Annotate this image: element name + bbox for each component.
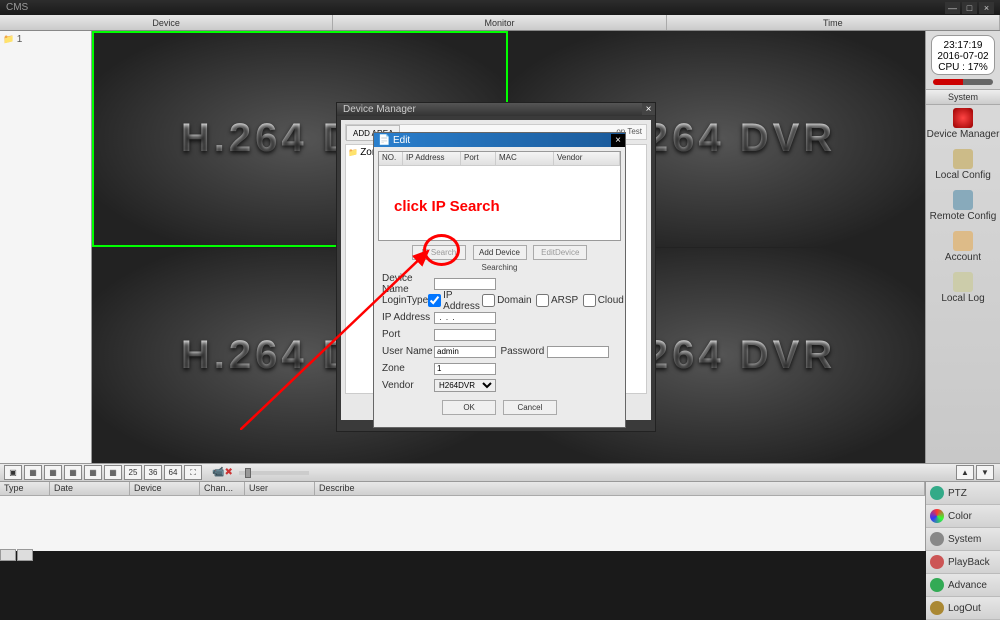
remote-icon <box>953 190 973 210</box>
searching-label: Searching <box>374 263 625 272</box>
sidebar-local-config[interactable]: Local Config <box>926 146 1000 187</box>
ip-field[interactable] <box>434 312 496 324</box>
right-panel: 23:17:19 2016-07-02 CPU : 17% System Dev… <box>925 31 1000 463</box>
col-ip[interactable]: IP Address <box>403 152 461 165</box>
log-icon <box>953 272 973 292</box>
col-mac[interactable]: MAC <box>496 152 554 165</box>
title-bar: CMS — □ × <box>0 0 1000 15</box>
app-title: CMS <box>6 2 28 13</box>
device-tree[interactable]: 📁 1 <box>0 31 92 463</box>
main-tabs: Device Monitor Time <box>0 15 1000 31</box>
config-icon <box>953 149 973 169</box>
grid-4-button[interactable]: ▦ <box>24 465 42 480</box>
col-port[interactable]: Port <box>461 152 496 165</box>
bottom-toolbar: ▣ ▦ ▦ ▦ ▦ ▦ 25 36 64 ⛶ 📹✖ ▲ ▼ <box>0 463 1000 481</box>
logout-icon <box>930 601 944 615</box>
fullscreen-button[interactable]: ⛶ <box>184 465 202 480</box>
add-device-button[interactable]: Add Device <box>473 245 527 260</box>
edit-device-button[interactable]: EditDevice <box>533 245 587 260</box>
grid-64-button[interactable]: 64 <box>164 465 182 480</box>
user-field[interactable] <box>434 346 496 358</box>
logintype-label: LoginType <box>382 295 428 306</box>
zone-field[interactable] <box>434 363 496 375</box>
sidebar-remote-config[interactable]: Remote Config <box>926 187 1000 228</box>
log-col-user[interactable]: User <box>245 482 315 495</box>
edit-dialog: 📄 Edit × NO. IP Address Port MAC Vendor I… <box>373 132 626 428</box>
clock-date: 2016-07-02 <box>932 51 994 62</box>
clock-cpu: CPU : 17% <box>932 62 994 73</box>
down-button[interactable]: ▼ <box>976 465 994 480</box>
advance-icon <box>930 578 944 592</box>
ed-cancel-button[interactable]: Cancel <box>503 400 557 415</box>
vendor-select[interactable]: H264DVR <box>434 379 496 392</box>
ipaddr-checkbox[interactable] <box>428 294 441 307</box>
log-col-device[interactable]: Device <box>130 482 200 495</box>
sidebar-local-log[interactable]: Local Log <box>926 269 1000 310</box>
slider[interactable] <box>239 471 309 475</box>
clock-widget: 23:17:19 2016-07-02 CPU : 17% <box>931 35 995 75</box>
vendor-label: Vendor <box>382 380 434 391</box>
menu-system[interactable]: System <box>926 528 1000 551</box>
grid-9-button[interactable]: ▦ <box>84 465 102 480</box>
up-button[interactable]: ▲ <box>956 465 974 480</box>
ed-title: Edit <box>393 135 410 146</box>
pass-field[interactable] <box>547 346 609 358</box>
tab-time[interactable]: Time <box>667 15 1000 30</box>
clock-time: 23:17:19 <box>932 40 994 51</box>
tree-btn-1[interactable] <box>0 549 16 561</box>
tree-btn-2[interactable] <box>17 549 33 561</box>
record-icon <box>953 108 973 128</box>
ed-close-icon[interactable]: × <box>611 134 625 147</box>
col-vendor[interactable]: Vendor <box>554 152 620 165</box>
minimize-icon[interactable]: — <box>945 2 960 14</box>
dm-close-icon[interactable]: × <box>642 103 655 115</box>
menu-advance[interactable]: Advance <box>926 574 1000 597</box>
dm-title: Device Manager <box>343 104 416 115</box>
ip-search-button[interactable]: IP Search <box>412 245 466 260</box>
log-col-type[interactable]: Type <box>0 482 50 495</box>
log-col-chan[interactable]: Chan... <box>200 482 245 495</box>
sidebar-device-manager[interactable]: Device Manager <box>926 105 1000 146</box>
menu-color[interactable]: Color <box>926 505 1000 528</box>
close-icon[interactable]: × <box>979 2 994 14</box>
port-label: Port <box>382 329 434 340</box>
disconnect-icon[interactable]: 📹✖ <box>212 467 233 478</box>
arsp-checkbox[interactable] <box>536 294 549 307</box>
log-col-date[interactable]: Date <box>50 482 130 495</box>
cpu-bar <box>933 79 993 85</box>
grid-6-button[interactable]: ▦ <box>44 465 62 480</box>
grid-36-button[interactable]: 36 <box>144 465 162 480</box>
grid-16-button[interactable]: ▦ <box>104 465 122 480</box>
maximize-icon[interactable]: □ <box>962 2 977 14</box>
system-header: System <box>926 89 1000 105</box>
grid-1-button[interactable]: ▣ <box>4 465 22 480</box>
col-no[interactable]: NO. <box>379 152 403 165</box>
log-area: Type Date Device Chan... User Describe P… <box>0 481 1000 551</box>
color-icon <box>930 509 944 523</box>
user-label: User Name <box>382 346 434 357</box>
menu-logout[interactable]: LogOut <box>926 597 1000 620</box>
grid-25-button[interactable]: 25 <box>124 465 142 480</box>
ptz-icon <box>930 486 944 500</box>
cloud-checkbox[interactable] <box>583 294 596 307</box>
devname-label: Device Name <box>382 273 434 295</box>
system-icon <box>930 532 944 546</box>
menu-ptz[interactable]: PTZ <box>926 482 1000 505</box>
ip-label: IP Address <box>382 312 434 323</box>
port-field[interactable] <box>434 329 496 341</box>
folder-icon: 📄 <box>378 135 390 146</box>
tab-device[interactable]: Device <box>0 15 333 30</box>
right-menu: PTZ Color System PlayBack Advance LogOut <box>925 482 1000 551</box>
tab-monitor[interactable]: Monitor <box>333 15 666 30</box>
log-col-desc[interactable]: Describe <box>315 482 925 495</box>
account-icon <box>953 231 973 251</box>
domain-checkbox[interactable] <box>482 294 495 307</box>
playback-icon <box>930 555 944 569</box>
devname-field[interactable] <box>434 278 496 290</box>
sidebar-account[interactable]: Account <box>926 228 1000 269</box>
zone-label: Zone <box>382 363 434 374</box>
grid-8-button[interactable]: ▦ <box>64 465 82 480</box>
ed-ok-button[interactable]: OK <box>442 400 496 415</box>
search-results-table[interactable]: NO. IP Address Port MAC Vendor <box>378 151 621 241</box>
